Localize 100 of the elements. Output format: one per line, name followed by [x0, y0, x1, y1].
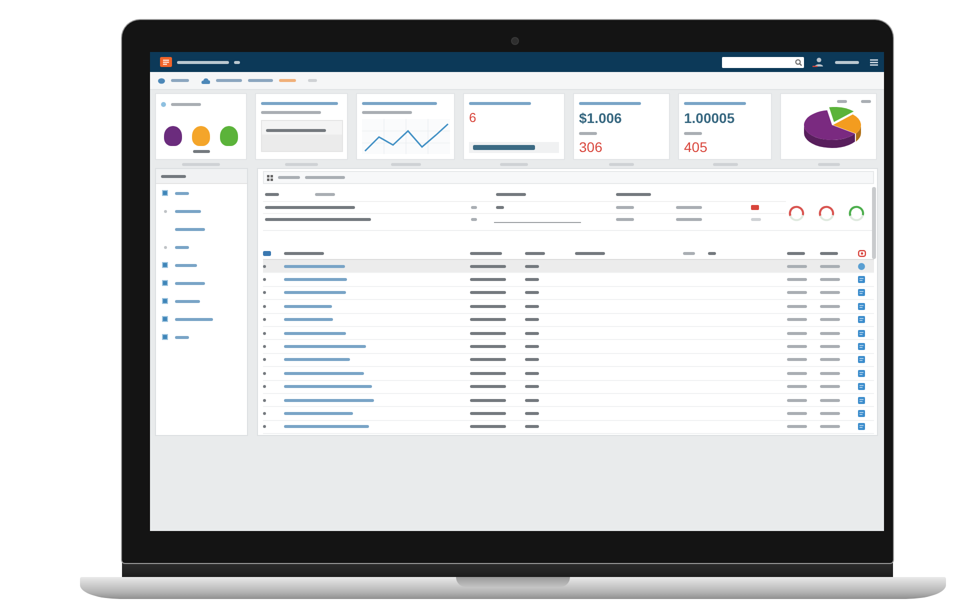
blurred-text[interactable] [284, 425, 369, 428]
blurred-text [820, 291, 840, 294]
blurred-text[interactable] [284, 291, 346, 294]
blurred-text [263, 398, 266, 402]
blurred-text [787, 304, 807, 308]
table-row[interactable] [263, 300, 874, 314]
blurred-text [787, 372, 807, 375]
status-icon[interactable] [858, 330, 865, 337]
status-icon[interactable] [858, 396, 865, 404]
blurred-text [470, 304, 506, 308]
table-row[interactable] [263, 340, 874, 354]
status-icon[interactable] [858, 370, 865, 377]
table-row[interactable] [263, 354, 874, 368]
status-icon[interactable] [858, 316, 865, 324]
blurred-text[interactable] [175, 264, 197, 266]
blurred-text[interactable] [175, 210, 201, 212]
table-row[interactable] [263, 286, 874, 300]
blurred-text [525, 358, 539, 362]
logo-icon[interactable] [160, 57, 172, 67]
webcam-icon [512, 38, 518, 44]
chat-icon[interactable] [158, 78, 165, 84]
blurred-text [525, 332, 539, 335]
blurred-text[interactable] [284, 264, 345, 268]
status-icon[interactable] [858, 423, 865, 430]
blurred-text [820, 318, 840, 322]
blurred-text[interactable] [284, 358, 350, 362]
blurred-text[interactable] [284, 332, 346, 335]
blurred-text[interactable] [175, 300, 200, 302]
table-row[interactable] [263, 260, 874, 274]
blurred-text [820, 332, 840, 335]
blurred-text [787, 345, 807, 348]
status-icon[interactable] [858, 262, 865, 270]
status-icon[interactable] [858, 410, 865, 417]
blurred-text[interactable] [175, 336, 189, 338]
menu-icon[interactable] [870, 58, 878, 66]
status-icon[interactable] [858, 302, 865, 310]
blurred-text[interactable] [284, 385, 372, 388]
kpi-subvalue: 306 [579, 140, 602, 155]
dot-icon [164, 246, 166, 248]
blurred-text [263, 250, 271, 256]
blurred-text [473, 145, 535, 150]
blurred-text [265, 192, 279, 196]
record-icon[interactable] [858, 250, 866, 256]
blurred-text [684, 132, 702, 135]
square-icon [162, 190, 168, 196]
blurred-text [470, 358, 506, 362]
blurred-text [616, 192, 651, 196]
status-icon[interactable] [858, 289, 865, 296]
blurred-text [787, 358, 807, 362]
blurred-text [820, 398, 840, 402]
blurred-text [284, 252, 324, 254]
grid-icon[interactable] [267, 174, 273, 180]
blurred-text [787, 318, 807, 322]
blurred-text [266, 129, 326, 132]
blurred-text[interactable] [175, 246, 189, 248]
blurred-text [470, 385, 506, 388]
table-row[interactable] [263, 314, 874, 327]
blurred-text [683, 252, 695, 254]
blurred-text [820, 425, 840, 428]
blurred-text [820, 304, 840, 308]
blurred-text [263, 264, 266, 268]
blurred-text [471, 206, 477, 209]
scroll-bar[interactable] [872, 187, 876, 259]
status-icon[interactable] [858, 343, 865, 350]
blurred-text [787, 412, 807, 415]
user-icon[interactable] [812, 57, 824, 67]
blurred-text [263, 291, 266, 294]
blurred-text[interactable] [284, 412, 353, 415]
blurred-text[interactable] [284, 398, 374, 402]
blurred-text [575, 252, 605, 254]
blurred-text [820, 278, 840, 282]
blurred-text [525, 291, 539, 294]
blurred-text[interactable] [175, 228, 205, 230]
blurred-text[interactable] [284, 304, 332, 308]
status-icon[interactable] [858, 383, 865, 390]
search-field[interactable] [722, 56, 804, 68]
blurred-text [470, 318, 506, 322]
blurred-text[interactable] [284, 318, 333, 322]
blurred-text [263, 412, 266, 415]
square-icon [162, 262, 168, 268]
blurred-text[interactable] [175, 192, 189, 194]
table-row[interactable] [263, 380, 874, 394]
blurred-text [470, 412, 506, 415]
status-icon[interactable] [858, 276, 865, 284]
cloud-icon[interactable] [201, 78, 210, 84]
blurred-text [525, 278, 539, 282]
blurred-text[interactable] [284, 345, 366, 348]
blurred-text [751, 218, 761, 221]
table-row[interactable] [263, 407, 874, 421]
status-icon[interactable] [858, 356, 865, 364]
blurred-text [787, 385, 807, 388]
blurred-text [470, 398, 506, 402]
blurred-text[interactable] [284, 278, 347, 282]
blurred-text[interactable] [175, 318, 213, 320]
table-row[interactable] [263, 367, 874, 381]
blurred-text [470, 332, 506, 335]
blurred-text[interactable] [284, 372, 364, 375]
table-row[interactable] [263, 273, 874, 287]
table-row[interactable] [263, 420, 874, 434]
blurred-text[interactable] [175, 282, 205, 284]
